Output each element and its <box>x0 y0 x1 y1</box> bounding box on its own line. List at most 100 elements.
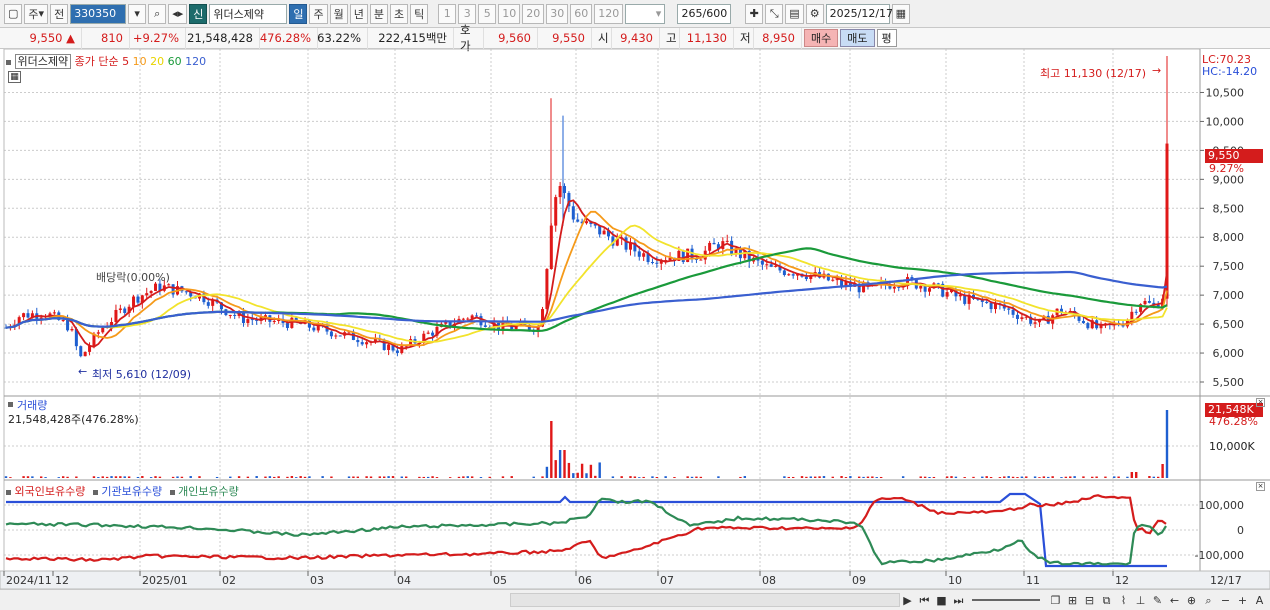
layout-icon[interactable]: ▢ <box>4 3 23 24</box>
volume-bar <box>739 476 742 478</box>
volume-close-icon[interactable]: × <box>1256 398 1265 407</box>
institution-legend[interactable]: 기관보유수량 <box>101 485 162 498</box>
volume-bar <box>1051 476 1054 478</box>
volume-square-icon <box>8 402 13 407</box>
interval-5[interactable]: 5 <box>478 3 497 24</box>
interval-20[interactable]: 20 <box>522 3 545 24</box>
horizontal-scrollbar[interactable] <box>510 593 900 607</box>
period-second[interactable]: 초 <box>389 3 409 24</box>
current-price-tag: 9,550 <box>1205 149 1263 163</box>
save-icon[interactable]: ▤ <box>785 3 804 24</box>
volume-bar <box>75 476 78 478</box>
candle-body <box>1134 311 1138 313</box>
zoom-slider[interactable] <box>972 599 1040 601</box>
ma-120-legend[interactable]: 120 <box>185 55 206 68</box>
search-icon[interactable]: ⌕ <box>148 3 167 24</box>
window-icon[interactable]: ❐ <box>1048 593 1063 608</box>
interval-30[interactable]: 30 <box>546 3 569 24</box>
volume-bar <box>589 464 593 478</box>
ma-20-legend[interactable]: 20 <box>150 55 164 68</box>
speaker-icon[interactable]: ◂▸ <box>168 3 188 24</box>
interval-60[interactable]: 60 <box>570 3 593 24</box>
interval-120[interactable]: 120 <box>594 3 624 24</box>
period-tick[interactable]: 틱 <box>410 3 429 24</box>
market-select[interactable]: 주 ▾ <box>24 3 49 24</box>
calendar-icon[interactable]: ▦ <box>891 3 911 24</box>
new-badge[interactable]: 신 <box>189 3 208 24</box>
volume-bar <box>620 476 623 478</box>
candle-body <box>171 284 175 295</box>
zoom-out-icon[interactable]: ⌕ <box>1201 593 1216 608</box>
volume-bar <box>1003 476 1006 478</box>
grid-toggle-icon[interactable]: ▦ <box>8 71 21 83</box>
date-input[interactable]: 2025/12/17 <box>825 3 893 24</box>
volume-bar <box>61 476 65 478</box>
interval-3[interactable]: 3 <box>458 3 477 24</box>
candle-body <box>760 260 764 265</box>
text-size-icon[interactable]: A <box>1252 593 1267 608</box>
eval-button[interactable]: 평 <box>876 29 897 47</box>
volume-bar <box>105 476 109 478</box>
count-input[interactable]: 265/600 <box>677 3 732 24</box>
volume-bar <box>857 476 861 478</box>
individual-legend[interactable]: 개인보유수량 <box>178 485 239 498</box>
up-arrow-icon: ▲ <box>66 31 75 45</box>
pen-icon[interactable]: ✎ <box>1150 593 1165 608</box>
candle-body <box>83 351 87 357</box>
volume-bar <box>1007 476 1010 478</box>
volume-bar <box>985 476 988 478</box>
hold-tick-label: 0 <box>1237 524 1244 537</box>
ma-10-legend[interactable]: 10 <box>133 55 147 68</box>
volume-ratio: 476.28% <box>260 27 318 49</box>
period-day[interactable]: 일 <box>289 3 308 24</box>
sell-button[interactable]: 매도 <box>840 29 875 47</box>
scroll-left-icon[interactable]: ← <box>1167 593 1182 608</box>
grid-icon[interactable]: ⊞ <box>1065 593 1080 608</box>
volume-bar <box>273 476 276 478</box>
period-month[interactable]: 월 <box>329 3 348 24</box>
holdings-close-icon[interactable]: × <box>1256 482 1265 491</box>
prev-button[interactable]: 전 <box>50 3 69 24</box>
stop-icon[interactable]: ■ <box>934 593 949 608</box>
period-minute[interactable]: 분 <box>369 3 388 24</box>
layout-icon-2[interactable]: ⧉ <box>1099 593 1114 608</box>
volume-bar <box>928 477 931 478</box>
chart-canvas[interactable]: 10,50010,0009,5009,0008,5008,0007,5007,0… <box>0 48 1270 590</box>
code-dropdown-icon[interactable]: ▾ <box>128 3 147 24</box>
volume-bar <box>791 476 795 478</box>
interval-1[interactable]: 1 <box>438 3 457 24</box>
volume-bar <box>919 476 922 478</box>
interval-custom-input[interactable]: ▾ <box>625 3 666 24</box>
period-week[interactable]: 주 <box>309 3 328 24</box>
interval-10[interactable]: 10 <box>498 3 521 24</box>
ma-label: 종가 단순 <box>74 55 119 68</box>
minus-icon[interactable]: − <box>1218 593 1233 608</box>
code-input[interactable]: 330350 <box>70 3 127 24</box>
play-icon[interactable]: ▶ <box>900 593 915 608</box>
ruler-icon[interactable]: ⊥ <box>1133 593 1148 608</box>
volume-bar <box>1113 476 1116 478</box>
volume-bar <box>308 476 311 478</box>
buy-button[interactable]: 매수 <box>804 29 839 47</box>
line-tool-icon[interactable]: ⌇ <box>1116 593 1131 608</box>
stock-legend[interactable]: 위더스제약 <box>14 54 72 69</box>
candle-body <box>338 335 342 337</box>
ma-5-legend[interactable]: 5 <box>122 55 129 68</box>
volume-bar <box>39 476 43 478</box>
chart-type-icon[interactable]: ⤡ <box>765 3 784 24</box>
ma-60-legend[interactable]: 60 <box>168 55 182 68</box>
volume-bar <box>598 462 601 478</box>
hold-tick-label: 100,000 <box>1199 499 1245 512</box>
volume-bar <box>101 476 104 478</box>
volume-bar <box>541 476 544 478</box>
zoom-in-icon[interactable]: ⊕ <box>1184 593 1199 608</box>
crosshair-icon[interactable]: ✚ <box>745 3 764 24</box>
period-year[interactable]: 년 <box>349 3 368 24</box>
step-forward-icon[interactable]: ⏭ <box>951 593 966 608</box>
arrange-icon[interactable]: ⊟ <box>1082 593 1097 608</box>
plus-icon[interactable]: + <box>1235 593 1250 608</box>
chart-area[interactable]: 10,50010,0009,5009,0008,5008,0007,5007,0… <box>0 48 1270 590</box>
gear-icon[interactable]: ⚙ <box>805 3 824 24</box>
foreign-legend[interactable]: 외국인보유수량 <box>15 485 86 498</box>
step-back-icon[interactable]: ⏮ <box>917 593 932 608</box>
